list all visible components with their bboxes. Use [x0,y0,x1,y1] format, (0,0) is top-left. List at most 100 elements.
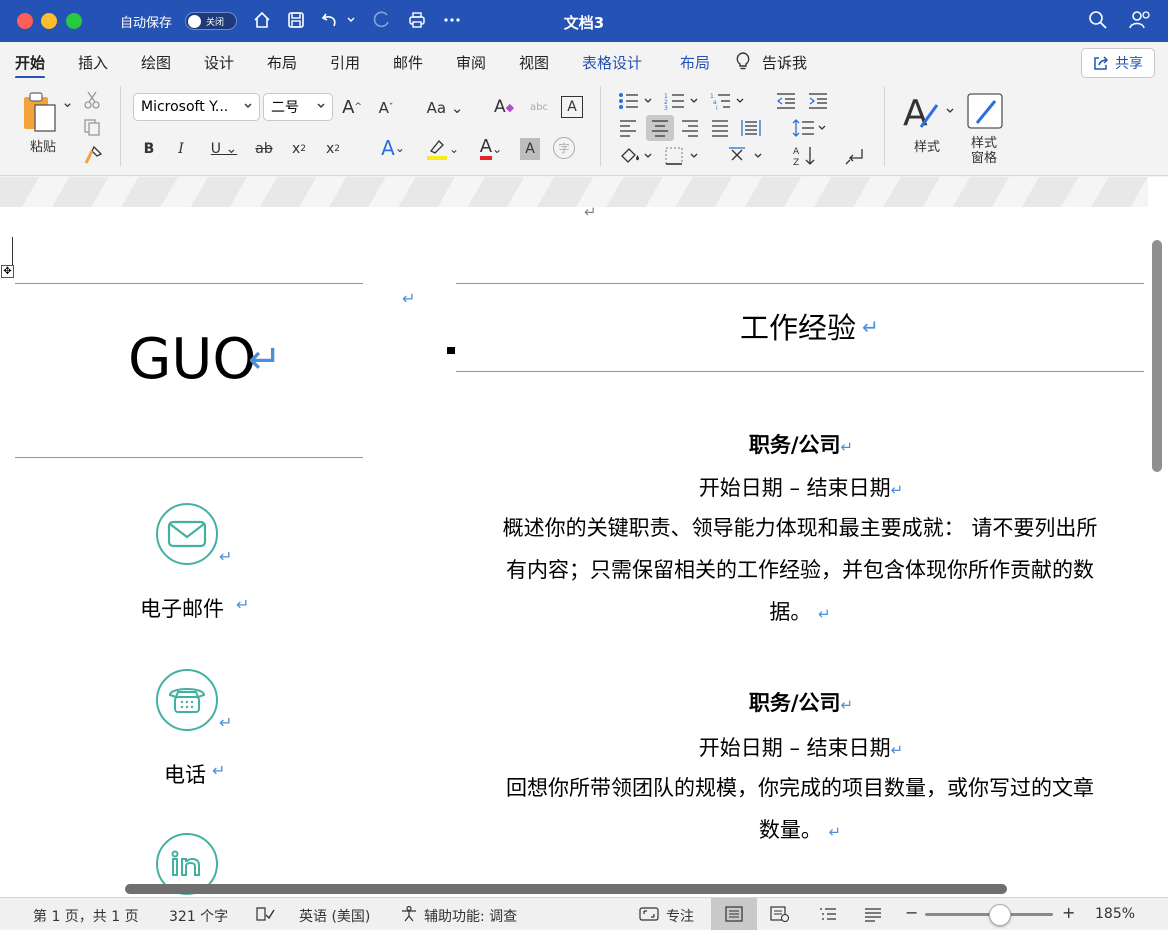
bullets-icon[interactable] [616,90,656,112]
zoom-slider-knob[interactable] [989,904,1011,926]
svg-text:i: i [716,105,718,111]
superscript-icon[interactable]: x2 [322,138,344,160]
multilevel-list-icon[interactable]: 1ai [708,90,748,112]
increase-indent-icon[interactable] [806,90,830,112]
outline-view-icon[interactable] [818,906,838,926]
cut-icon[interactable] [82,90,102,110]
language-label[interactable]: 英语 (美国) [299,906,370,926]
paragraph-mark: ↵ [828,823,842,841]
tab-home[interactable]: 开始 [15,52,46,79]
align-center-icon[interactable] [646,115,674,141]
text-effects-icon[interactable]: A ⌄ [372,136,414,160]
numbering-icon[interactable]: 123 [662,90,702,112]
zoom-in-icon[interactable]: + [1062,903,1075,922]
tab-design[interactable]: 设计 [204,52,234,73]
section-title[interactable]: 工作经验 [740,305,856,347]
phone-label[interactable]: 电话 [164,759,206,789]
tab-tell-me[interactable]: 告诉我 [762,52,807,73]
job-dates[interactable]: 开始日期 – 结束日期↵ [456,732,1146,762]
copy-icon[interactable] [82,117,102,137]
zoom-out-icon[interactable]: − [905,903,918,922]
job-title[interactable]: 职务/公司↵ [456,687,1146,717]
svg-text:3: 3 [664,105,668,111]
tab-review[interactable]: 审阅 [456,52,486,73]
left-top-rule [15,283,363,284]
distributed-icon[interactable] [738,116,764,140]
job-title[interactable]: 职务/公司↵ [456,429,1146,459]
focus-icon[interactable] [639,906,659,926]
email-label[interactable]: 电子邮件 [140,593,224,623]
subscript-icon[interactable]: x2 [288,138,310,160]
right-top-rule [456,283,1144,284]
account-icon[interactable] [1128,8,1152,32]
job-dates[interactable]: 开始日期 – 结束日期↵ [456,472,1146,502]
character-shading-icon[interactable]: A [520,138,540,160]
name-heading[interactable]: GUO [128,327,256,392]
paste-chevron-icon[interactable] [62,100,72,110]
change-case-icon[interactable]: Aa ⌄ [424,96,466,120]
format-painter-icon[interactable] [82,144,104,166]
font-color-icon[interactable]: A ⌄ [470,136,512,162]
grow-font-icon[interactable]: A ^ [340,94,364,120]
proofing-icon[interactable] [255,906,275,926]
job-description-line: 概述你的关键职责、领导能力体现和最主要成就： 请不要列出所 [502,516,1098,540]
align-right-icon[interactable] [678,116,702,140]
asian-layout-icon[interactable] [726,144,770,168]
line-spacing-icon[interactable] [790,116,830,140]
job-description[interactable]: 概述你的关键职责、领导能力体现和最主要成就： 请不要列出所 有内容；只需保留相关… [460,507,1140,635]
share-button[interactable]: 共享 [1081,48,1155,78]
document-canvas[interactable]: ↵ ✥ ↵ GUO ↵ ↵ 电子邮件 ↵ ↵ 电话 ↵ 工作经验 ↵ 职务/公司… [0,177,1168,897]
styles-gallery-icon[interactable]: A [900,90,958,134]
decrease-indent-icon[interactable] [774,90,798,112]
focus-label[interactable]: 专注 [666,906,694,926]
italic-icon[interactable]: I [172,138,190,160]
accessibility-label[interactable]: 辅助功能: 调查 [424,906,517,926]
accessibility-icon[interactable] [400,905,420,926]
styles-pane-label-line1: 样式 [970,136,997,151]
strikethrough-icon[interactable]: ab [252,138,276,160]
phone-icon [168,688,206,713]
justify-icon[interactable] [708,116,732,140]
job-description[interactable]: 回想你所带领团队的规模，你完成的项目数量，或你写过的文章 数量。 ↵ [460,767,1140,853]
paragraph-mark: ↵ [890,741,904,759]
tab-mailings[interactable]: 邮件 [393,52,423,73]
phonetic-guide-icon[interactable]: abc [526,94,552,120]
tab-view[interactable]: 视图 [519,52,549,73]
tab-references[interactable]: 引用 [330,52,360,73]
tab-layout[interactable]: 布局 [267,52,297,73]
linkedin-icon [171,850,200,876]
word-count[interactable]: 321 个字 [169,906,228,926]
sort-icon[interactable]: AZ [790,144,820,168]
tab-table-layout[interactable]: 布局 [680,52,710,73]
table-move-handle[interactable]: ✥ [1,265,14,278]
tab-insert[interactable]: 插入 [78,52,108,73]
tab-table-design[interactable]: 表格设计 [582,52,642,73]
zoom-level[interactable]: 185% [1095,906,1135,922]
web-layout-icon[interactable] [770,906,790,926]
draft-view-icon[interactable] [863,906,883,926]
character-border-icon[interactable]: A [561,96,583,118]
job-description-last-line: 数量。 ↵ [460,809,1140,853]
underline-icon[interactable]: U ⌄ [204,138,244,160]
print-layout-view-button[interactable] [711,898,757,930]
page-count[interactable]: 第 1 页，共 1 页 [33,906,139,926]
horizontal-scrollbar[interactable] [125,884,1007,894]
borders-icon[interactable] [662,144,702,168]
clear-formatting-icon[interactable]: A ◆ [492,94,516,120]
paste-label: 粘贴 [29,140,56,155]
font-name-select[interactable]: Microsoft Y... [133,93,260,121]
styles-pane-icon[interactable] [964,90,1006,132]
shrink-font-icon[interactable]: Aˇ [374,96,398,120]
enclose-characters-icon[interactable]: 字 [553,137,575,159]
vertical-scrollbar[interactable] [1152,240,1162,472]
show-paragraph-marks-icon[interactable] [842,144,868,168]
bold-icon[interactable]: B [140,138,158,160]
align-left-icon[interactable] [616,116,640,140]
search-icon[interactable] [1086,8,1110,32]
tab-draw[interactable]: 绘图 [141,52,171,73]
shading-icon[interactable] [616,144,656,168]
font-size-select[interactable]: 二号 [263,93,333,121]
highlight-icon[interactable]: ⌄ [422,136,462,162]
paste-icon[interactable] [20,90,60,134]
paragraph-mark: ↵ [402,289,416,308]
